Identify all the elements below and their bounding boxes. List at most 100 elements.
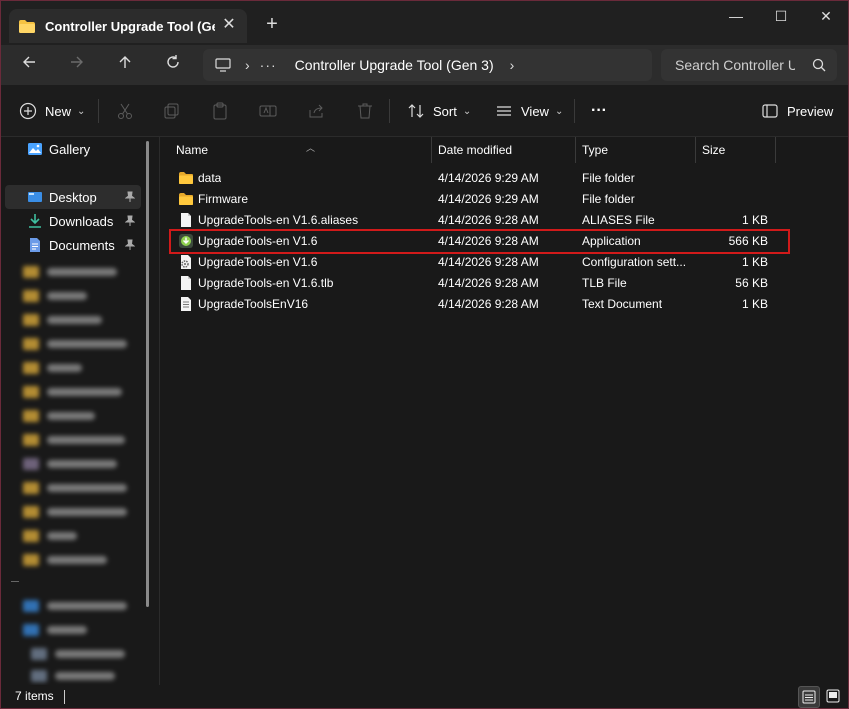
preview-pane-icon — [761, 102, 779, 120]
back-arrow-icon[interactable] — [15, 53, 43, 77]
file-name: data — [198, 171, 222, 185]
blurred-sidebar-item[interactable] — [23, 431, 133, 449]
file-date: 4/14/2026 9:29 AM — [438, 171, 539, 185]
search-placeholder: Search Controller U — [675, 57, 795, 73]
new-button[interactable]: New ⌄ — [19, 99, 85, 123]
blurred-sidebar-item[interactable] — [23, 359, 133, 377]
folder-icon — [178, 170, 194, 186]
table-row[interactable]: Firmware 4/14/2026 9:29 AM File folder — [172, 189, 792, 210]
more-options-button[interactable]: ··· — [591, 99, 607, 123]
download-icon — [27, 213, 43, 229]
file-name: UpgradeToolsEnV16 — [198, 297, 309, 311]
sidebar-item-downloads[interactable]: Downloads — [5, 209, 141, 233]
table-row[interactable]: data 4/14/2026 9:29 AM File folder — [172, 168, 792, 189]
column-header-size[interactable]: Size — [696, 137, 776, 163]
blurred-sidebar-item[interactable] — [23, 407, 133, 425]
copy-icon[interactable] — [163, 102, 181, 120]
close-tab-icon[interactable]: ✕ — [221, 17, 237, 33]
cut-icon[interactable] — [116, 102, 134, 120]
document-icon — [27, 237, 43, 253]
sidebar-item-label: Gallery — [49, 141, 91, 157]
navigation-bar: › ··· Controller Upgrade Tool (Gen 3) › … — [1, 45, 848, 85]
blurred-sidebar-item[interactable] — [23, 383, 133, 401]
up-arrow-icon[interactable] — [111, 53, 139, 77]
rename-icon[interactable] — [259, 102, 277, 120]
blurred-sidebar-item[interactable] — [23, 263, 133, 281]
blurred-sidebar-item[interactable] — [23, 287, 133, 305]
sidebar-scrollbar[interactable] — [146, 141, 149, 607]
share-icon[interactable] — [308, 102, 326, 120]
file-size: 56 KB — [735, 276, 768, 290]
folder-icon — [19, 19, 35, 33]
search-input[interactable]: Search Controller U — [661, 49, 837, 81]
desktop-icon — [27, 189, 43, 205]
column-header-name[interactable]: Name ︿ — [170, 137, 432, 163]
table-row[interactable]: UpgradeTools-en V1.6.tlb 4/14/2026 9:28 … — [172, 273, 792, 294]
sidebar-item-gallery[interactable]: Gallery — [5, 137, 141, 161]
large-icons-view-toggle[interactable] — [823, 686, 845, 708]
pin-icon — [124, 215, 136, 227]
sort-button[interactable]: Sort ⌄ — [407, 99, 471, 123]
sort-label: Sort — [433, 103, 457, 119]
blurred-sidebar-item[interactable] — [23, 551, 133, 569]
table-row[interactable]: UpgradeToolsEnV16 4/14/2026 9:28 AM Text… — [172, 294, 792, 315]
refresh-icon[interactable] — [159, 53, 187, 77]
blurred-sidebar-item[interactable] — [23, 621, 133, 639]
minimize-button[interactable]: — — [713, 5, 759, 29]
column-header-type[interactable]: Type — [576, 137, 696, 163]
file-name: UpgradeTools-en V1.6.aliases — [198, 213, 359, 227]
address-bar[interactable]: › ··· Controller Upgrade Tool (Gen 3) › — [203, 49, 652, 81]
text-file-icon — [178, 296, 194, 312]
file-date: 4/14/2026 9:29 AM — [438, 192, 539, 206]
tab-title: Controller Upgrade Tool (Gen — [45, 18, 215, 34]
close-window-button[interactable]: ✕ — [803, 5, 848, 29]
file-date: 4/14/2026 9:28 AM — [438, 297, 539, 311]
blurred-sidebar-item[interactable] — [31, 667, 141, 685]
column-header-date[interactable]: Date modified — [432, 137, 576, 163]
view-label: View — [521, 103, 549, 119]
sidebar-item-label: Downloads — [49, 213, 114, 229]
file-icon — [178, 275, 194, 291]
breadcrumb-more[interactable]: ··· — [260, 57, 277, 73]
blurred-sidebar-item[interactable] — [23, 597, 133, 615]
file-size: 1 KB — [741, 297, 768, 311]
blurred-sidebar-item[interactable] — [23, 335, 133, 353]
file-type: File folder — [582, 171, 635, 185]
toolbar-divider — [574, 99, 575, 123]
preview-button[interactable]: Preview — [761, 99, 833, 123]
new-label: New — [45, 103, 72, 119]
table-row[interactable]: UpgradeTools-en V1.6 4/14/2026 9:28 AM C… — [172, 252, 792, 273]
file-name: UpgradeTools-en V1.6 — [198, 255, 318, 269]
blurred-sidebar-item[interactable] — [23, 479, 133, 497]
forward-arrow-icon[interactable] — [63, 53, 91, 77]
file-list: Name ︿ Date modified Type Size data 4/14… — [159, 137, 848, 685]
config-file-icon — [178, 254, 194, 270]
blurred-sidebar-item[interactable] — [23, 311, 133, 329]
chevron-right-icon[interactable]: › — [510, 57, 515, 73]
this-pc-icon[interactable] — [215, 58, 231, 72]
maximize-button[interactable]: ☐ — [758, 5, 804, 29]
delete-icon[interactable] — [356, 102, 374, 120]
details-view-toggle[interactable] — [798, 686, 820, 708]
blurred-sidebar-item[interactable] — [31, 645, 141, 663]
table-row[interactable]: UpgradeTools-en V1.6.aliases 4/14/2026 9… — [172, 210, 792, 231]
file-date: 4/14/2026 9:28 AM — [438, 255, 539, 269]
sidebar-item-documents[interactable]: Documents — [5, 233, 141, 257]
new-tab-button[interactable]: + — [263, 14, 281, 34]
blurred-sidebar-item[interactable] — [23, 455, 133, 473]
file-type: TLB File — [582, 276, 627, 290]
blurred-sidebar-item[interactable] — [23, 503, 133, 521]
tab-controller-upgrade-tool[interactable]: Controller Upgrade Tool (Gen ✕ — [9, 9, 247, 43]
paste-icon[interactable] — [211, 102, 229, 120]
gallery-icon — [27, 141, 43, 157]
blurred-sidebar-item[interactable] — [23, 527, 133, 545]
highlight-annotation-box — [169, 229, 790, 254]
file-size: 1 KB — [741, 213, 768, 227]
sort-ascending-icon: ︿ — [306, 143, 316, 153]
view-button[interactable]: View ⌄ — [495, 99, 563, 123]
breadcrumb-current-folder[interactable]: Controller Upgrade Tool (Gen 3) — [295, 57, 494, 73]
file-type: Text Document — [582, 297, 663, 311]
chevron-right-icon[interactable]: › — [245, 57, 250, 73]
file-name: Firmware — [198, 192, 248, 206]
sidebar-item-desktop[interactable]: Desktop — [5, 185, 141, 209]
